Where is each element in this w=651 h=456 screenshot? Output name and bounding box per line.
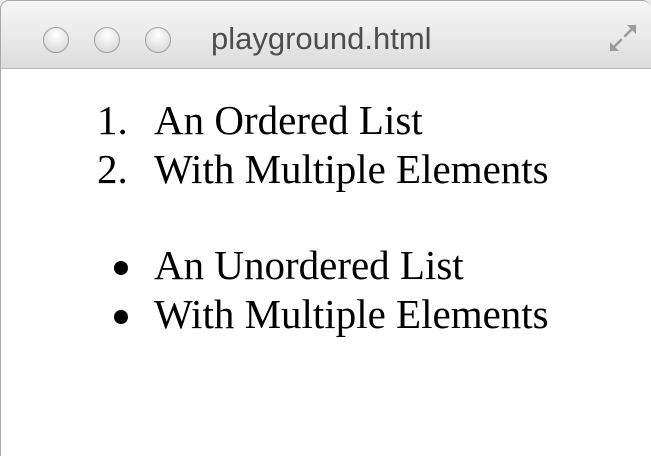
close-icon[interactable]	[43, 27, 69, 53]
page-content: 1. An Ordered List 2. With Multiple Elem…	[1, 69, 651, 456]
zoom-icon[interactable]	[145, 27, 171, 53]
list-number: 2.	[97, 146, 128, 192]
bullet-icon	[114, 310, 128, 324]
list-item-text: With Multiple Elements	[154, 146, 549, 192]
browser-window: playground.html 1. An Ordered List 2. Wi…	[0, 0, 651, 456]
list-item-text: An Ordered List	[154, 97, 423, 143]
bullet-icon	[114, 261, 128, 275]
list-number: 1.	[97, 97, 128, 143]
list-item-text: With Multiple Elements	[154, 291, 549, 337]
minimize-icon[interactable]	[94, 27, 120, 53]
list-item-text: An Unordered List	[154, 242, 464, 288]
window-title: playground.html	[211, 21, 432, 56]
title-bar[interactable]: playground.html	[1, 1, 651, 69]
fullscreen-icon[interactable]	[606, 21, 640, 55]
